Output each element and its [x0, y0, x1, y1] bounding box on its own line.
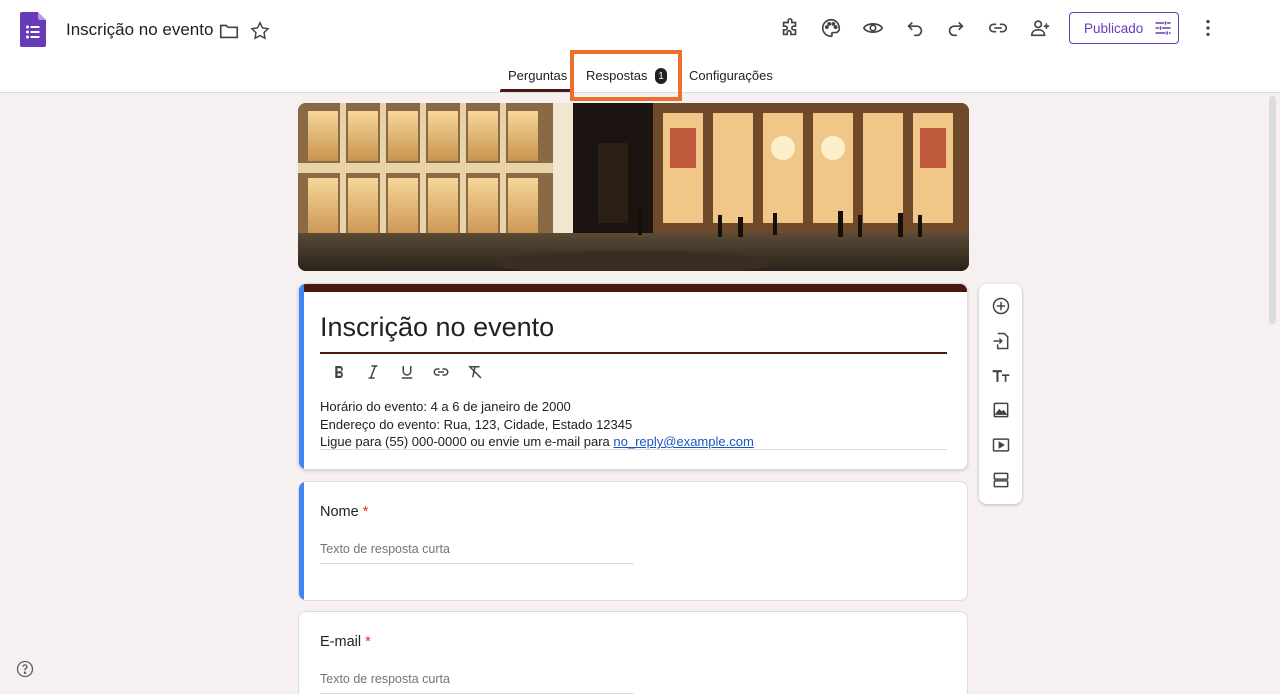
preview-icon[interactable]	[861, 16, 885, 40]
add-question-icon[interactable]	[990, 295, 1012, 317]
tab-configuracoes[interactable]: Configurações	[689, 68, 773, 83]
help-icon[interactable]	[16, 660, 34, 678]
tab-respostas[interactable]: Respostas	[586, 68, 647, 83]
form-title-card[interactable]: Inscrição no evento Horário do evento: 4…	[298, 283, 968, 470]
question-title: Nome	[320, 504, 359, 520]
header-banner-image	[298, 103, 969, 271]
add-title-icon[interactable]	[990, 365, 1012, 387]
tune-icon	[1155, 21, 1171, 35]
focus-indicator	[299, 284, 304, 469]
add-section-icon[interactable]	[990, 469, 1012, 491]
folder-icon[interactable]	[217, 19, 241, 43]
question-card-email[interactable]: E-mail * Texto de resposta curta	[298, 611, 968, 694]
theme-top-bar	[299, 284, 967, 292]
add-image-icon[interactable]	[990, 399, 1012, 421]
active-tab-indicator	[500, 89, 572, 92]
insert-link-icon[interactable]	[431, 362, 451, 382]
addon-icon[interactable]	[778, 16, 802, 40]
question-label: E-mail *	[320, 634, 371, 650]
building-photo	[298, 103, 969, 271]
forms-logo-icon[interactable]	[20, 12, 46, 47]
more-icon[interactable]	[1196, 16, 1220, 40]
formatting-toolbar	[329, 362, 485, 382]
focus-indicator	[299, 482, 304, 600]
description-line-1: Horário do evento: 4 a 6 de janeiro de 2…	[320, 399, 571, 414]
clear-formatting-icon[interactable]	[465, 362, 485, 382]
description-underline	[320, 449, 947, 450]
publish-button[interactable]: Publicado	[1069, 12, 1179, 44]
form-title[interactable]: Inscrição no evento	[320, 312, 554, 343]
document-title[interactable]: Inscrição no evento	[66, 20, 213, 40]
star-icon[interactable]	[248, 19, 272, 43]
short-answer-placeholder: Texto de resposta curta	[320, 672, 634, 694]
scrollbar-thumb[interactable]	[1269, 96, 1276, 324]
underline-icon[interactable]	[397, 362, 417, 382]
bold-icon[interactable]	[329, 362, 349, 382]
title-underline	[320, 352, 947, 354]
floating-toolbar	[979, 284, 1022, 504]
palette-icon[interactable]	[819, 16, 843, 40]
top-header: Inscrição no evento Publicado Perguntas …	[0, 0, 1280, 101]
publish-label: Publicado	[1084, 20, 1144, 36]
add-collaborator-icon[interactable]	[1028, 16, 1052, 40]
question-card-nome[interactable]: Nome * Texto de resposta curta	[298, 481, 968, 601]
redo-icon[interactable]	[944, 16, 968, 40]
email-link[interactable]: no_reply@example.com	[613, 434, 753, 449]
import-questions-icon[interactable]	[990, 330, 1012, 352]
required-mark: *	[365, 634, 371, 650]
add-video-icon[interactable]	[990, 434, 1012, 456]
tab-perguntas[interactable]: Perguntas	[508, 68, 567, 83]
link-icon[interactable]	[986, 16, 1010, 40]
required-mark: *	[362, 504, 369, 520]
short-answer-placeholder: Texto de resposta curta	[320, 542, 634, 564]
question-label: Nome *	[320, 504, 368, 520]
description-line-3-text: Ligue para (55) 000-0000 ou envie um e-m…	[320, 434, 614, 449]
undo-icon[interactable]	[903, 16, 927, 40]
description-line-3: Ligue para (55) 000-0000 ou envie um e-m…	[320, 433, 754, 451]
description-line-2: Endereço do evento: Rua, 123, Cidade, Es…	[320, 416, 633, 432]
question-title: E-mail	[320, 634, 362, 650]
responses-count-badge: 1	[655, 68, 667, 84]
italic-icon[interactable]	[363, 362, 383, 382]
form-description[interactable]: Horário do evento: 4 a 6 de janeiro de 2…	[320, 398, 754, 451]
